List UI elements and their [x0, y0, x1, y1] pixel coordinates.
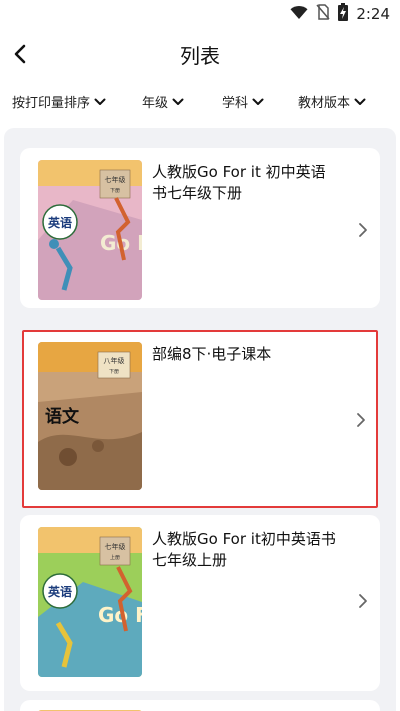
chevron-right-icon	[354, 410, 368, 430]
book-list: 七年级 下册 英语 Go For it! 人教版Go For it 初中英语书七…	[4, 128, 396, 711]
chevron-down-icon	[252, 98, 264, 105]
chevron-down-icon	[94, 98, 106, 105]
cover-grade: 八年级	[104, 356, 125, 365]
filter-grade[interactable]: 年级	[142, 92, 184, 111]
cover-subject: 语文	[45, 406, 80, 427]
book-cover-chinese: 八年级 下册 语文	[38, 342, 142, 490]
book-title: 人教版Go For it 初中英语书七年级下册	[152, 163, 326, 202]
status-bar: 2:24	[0, 0, 400, 28]
cover-volume: 下册	[110, 188, 120, 194]
book-title: 人教版Go For it初中英语书七年级上册	[152, 530, 336, 569]
cover-volume: 下册	[109, 369, 119, 375]
filter-label: 学科	[222, 96, 249, 111]
book-card-english-7-vol2[interactable]: 七年级 下册 英语 Go For it! 人教版Go For it 初中英语书七…	[20, 148, 380, 308]
book-card-partial[interactable]	[20, 700, 380, 711]
app-header: 列表	[0, 28, 400, 82]
cover-volume: 上册	[110, 554, 120, 561]
filter-sort-by-prints[interactable]: 按打印量排序	[12, 92, 106, 111]
cover-subject: 英语	[48, 584, 72, 599]
filter-label: 按打印量排序	[12, 96, 91, 111]
no-sim-icon	[316, 4, 330, 24]
filter-bar: 按打印量排序 年级 学科 教材版本	[0, 86, 400, 118]
book-title: 部编8下·电子课本	[152, 345, 272, 363]
cover-subject: 英语	[48, 215, 72, 230]
filter-label: 年级	[142, 96, 169, 111]
chevron-right-icon	[356, 220, 370, 240]
book-card-chinese-8-vol2[interactable]: 八年级 下册 语文 部编8下·电子课本	[22, 330, 378, 508]
filter-label: 教材版本	[298, 96, 351, 111]
status-icons: 2:24	[290, 3, 390, 25]
page-title: 列表	[180, 44, 220, 68]
status-time: 2:24	[356, 5, 390, 23]
battery-charging-icon	[338, 3, 349, 25]
cover-grade: 七年级	[105, 175, 126, 184]
filter-textbook-edition[interactable]: 教材版本	[298, 92, 366, 111]
chevron-down-icon	[172, 98, 184, 105]
book-card-english-7-vol1[interactable]: 七年级 上册 英语 Go For it! 人教版Go For it初中英语书七年…	[20, 515, 380, 691]
chevron-right-icon	[356, 591, 370, 611]
book-cover-english: 七年级 上册 英语 Go For it!	[38, 527, 142, 677]
cover-grade: 七年级	[105, 542, 126, 551]
filter-subject[interactable]: 学科	[222, 92, 264, 111]
book-cover-english: 七年级 下册 英语 Go For it!	[38, 160, 142, 300]
chevron-down-icon	[354, 98, 366, 105]
wifi-icon	[290, 5, 308, 24]
